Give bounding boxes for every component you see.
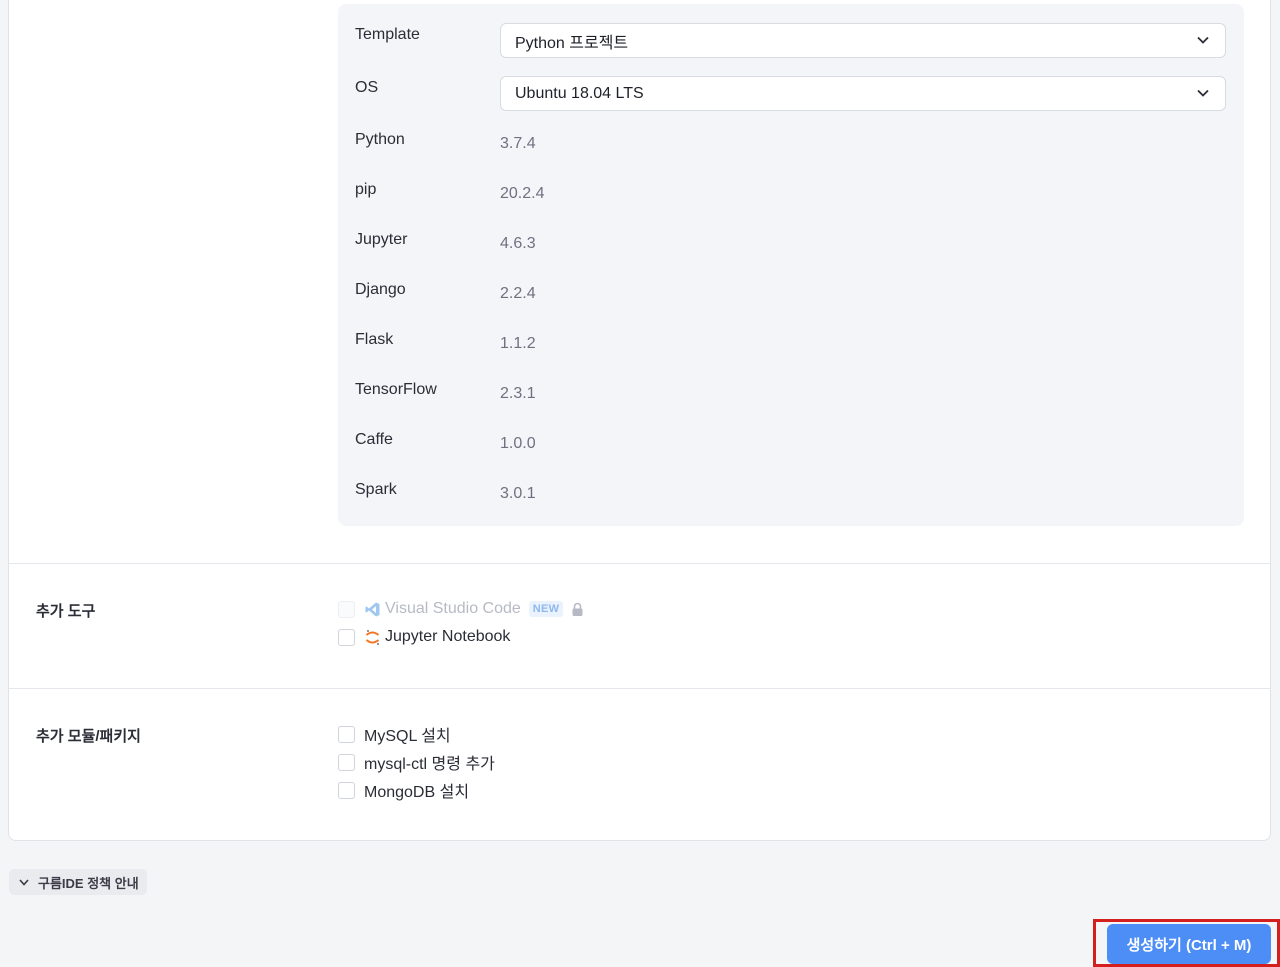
stack-label-spark: Spark bbox=[355, 481, 397, 498]
jupyter-icon bbox=[365, 629, 380, 645]
vscode-checkbox bbox=[338, 600, 355, 618]
vscode-label: Visual Studio Code bbox=[385, 600, 521, 617]
stack-value-caffe: 1.0.0 bbox=[500, 435, 536, 452]
stack-label-python: Python bbox=[355, 131, 405, 148]
chevron-down-icon bbox=[19, 878, 29, 886]
os-select[interactable]: Ubuntu 18.04 LTS bbox=[500, 76, 1226, 111]
stack-value-pip: 20.2.4 bbox=[500, 185, 545, 202]
stack-label-django: Django bbox=[355, 281, 406, 298]
stack-value-flask: 1.1.2 bbox=[500, 335, 536, 352]
mongodb-install-checkbox[interactable] bbox=[338, 781, 355, 799]
extra-modules-title: 추가 모듈/패키지 bbox=[36, 728, 141, 745]
jupyter-notebook-label: Jupyter Notebook bbox=[385, 628, 511, 645]
stack-label-pip: pip bbox=[355, 181, 377, 198]
template-label: Template bbox=[355, 26, 420, 43]
section-divider bbox=[9, 563, 1270, 564]
os-select-value: Ubuntu 18.04 LTS bbox=[515, 84, 644, 102]
stack-label-caffe: Caffe bbox=[355, 431, 393, 448]
option-jupyter-notebook[interactable]: Jupyter Notebook bbox=[338, 627, 510, 647]
stack-value-jupyter: 4.6.3 bbox=[500, 235, 536, 252]
policy-label: 구름IDE 정책 안내 bbox=[38, 875, 139, 891]
stack-value-python: 3.7.4 bbox=[500, 135, 536, 152]
os-label: OS bbox=[355, 79, 379, 96]
template-select-value: Python 프로젝트 bbox=[515, 34, 629, 52]
vscode-icon bbox=[365, 602, 380, 616]
new-badge: NEW bbox=[528, 601, 564, 617]
chevron-down-icon bbox=[1197, 89, 1209, 97]
mysql-install-checkbox[interactable] bbox=[338, 725, 355, 743]
option-mysql-install[interactable]: MySQL 설치 bbox=[338, 724, 451, 745]
create-button[interactable]: 생성하기 (Ctrl + M) bbox=[1107, 924, 1271, 964]
mysql-ctl-label: mysql-ctl 명령 추가 bbox=[364, 756, 495, 773]
mysql-ctl-checkbox[interactable] bbox=[338, 753, 355, 771]
policy-toggle[interactable]: 구름IDE 정책 안내 bbox=[9, 869, 147, 895]
lock-icon bbox=[572, 602, 583, 616]
chevron-down-icon bbox=[1197, 36, 1209, 44]
stack-label-tensorflow: TensorFlow bbox=[355, 381, 437, 398]
mongodb-install-label: MongoDB 설치 bbox=[364, 784, 470, 801]
template-select[interactable]: Python 프로젝트 bbox=[500, 23, 1226, 58]
mysql-install-label: MySQL 설치 bbox=[364, 728, 451, 745]
stack-value-tensorflow: 2.3.1 bbox=[500, 385, 536, 402]
option-mysql-ctl[interactable]: mysql-ctl 명령 추가 bbox=[338, 752, 495, 773]
stack-label-flask: Flask bbox=[355, 331, 394, 348]
stack-value-django: 2.2.4 bbox=[500, 285, 536, 302]
option-mongodb-install[interactable]: MongoDB 설치 bbox=[338, 780, 470, 801]
stack-value-spark: 3.0.1 bbox=[500, 485, 536, 502]
extra-tools-title: 추가 도구 bbox=[36, 603, 96, 620]
stack-label-jupyter: Jupyter bbox=[355, 231, 408, 248]
option-vscode: Visual Studio Code NEW bbox=[338, 599, 584, 619]
jupyter-notebook-checkbox[interactable] bbox=[338, 628, 355, 646]
section-divider bbox=[9, 688, 1270, 689]
